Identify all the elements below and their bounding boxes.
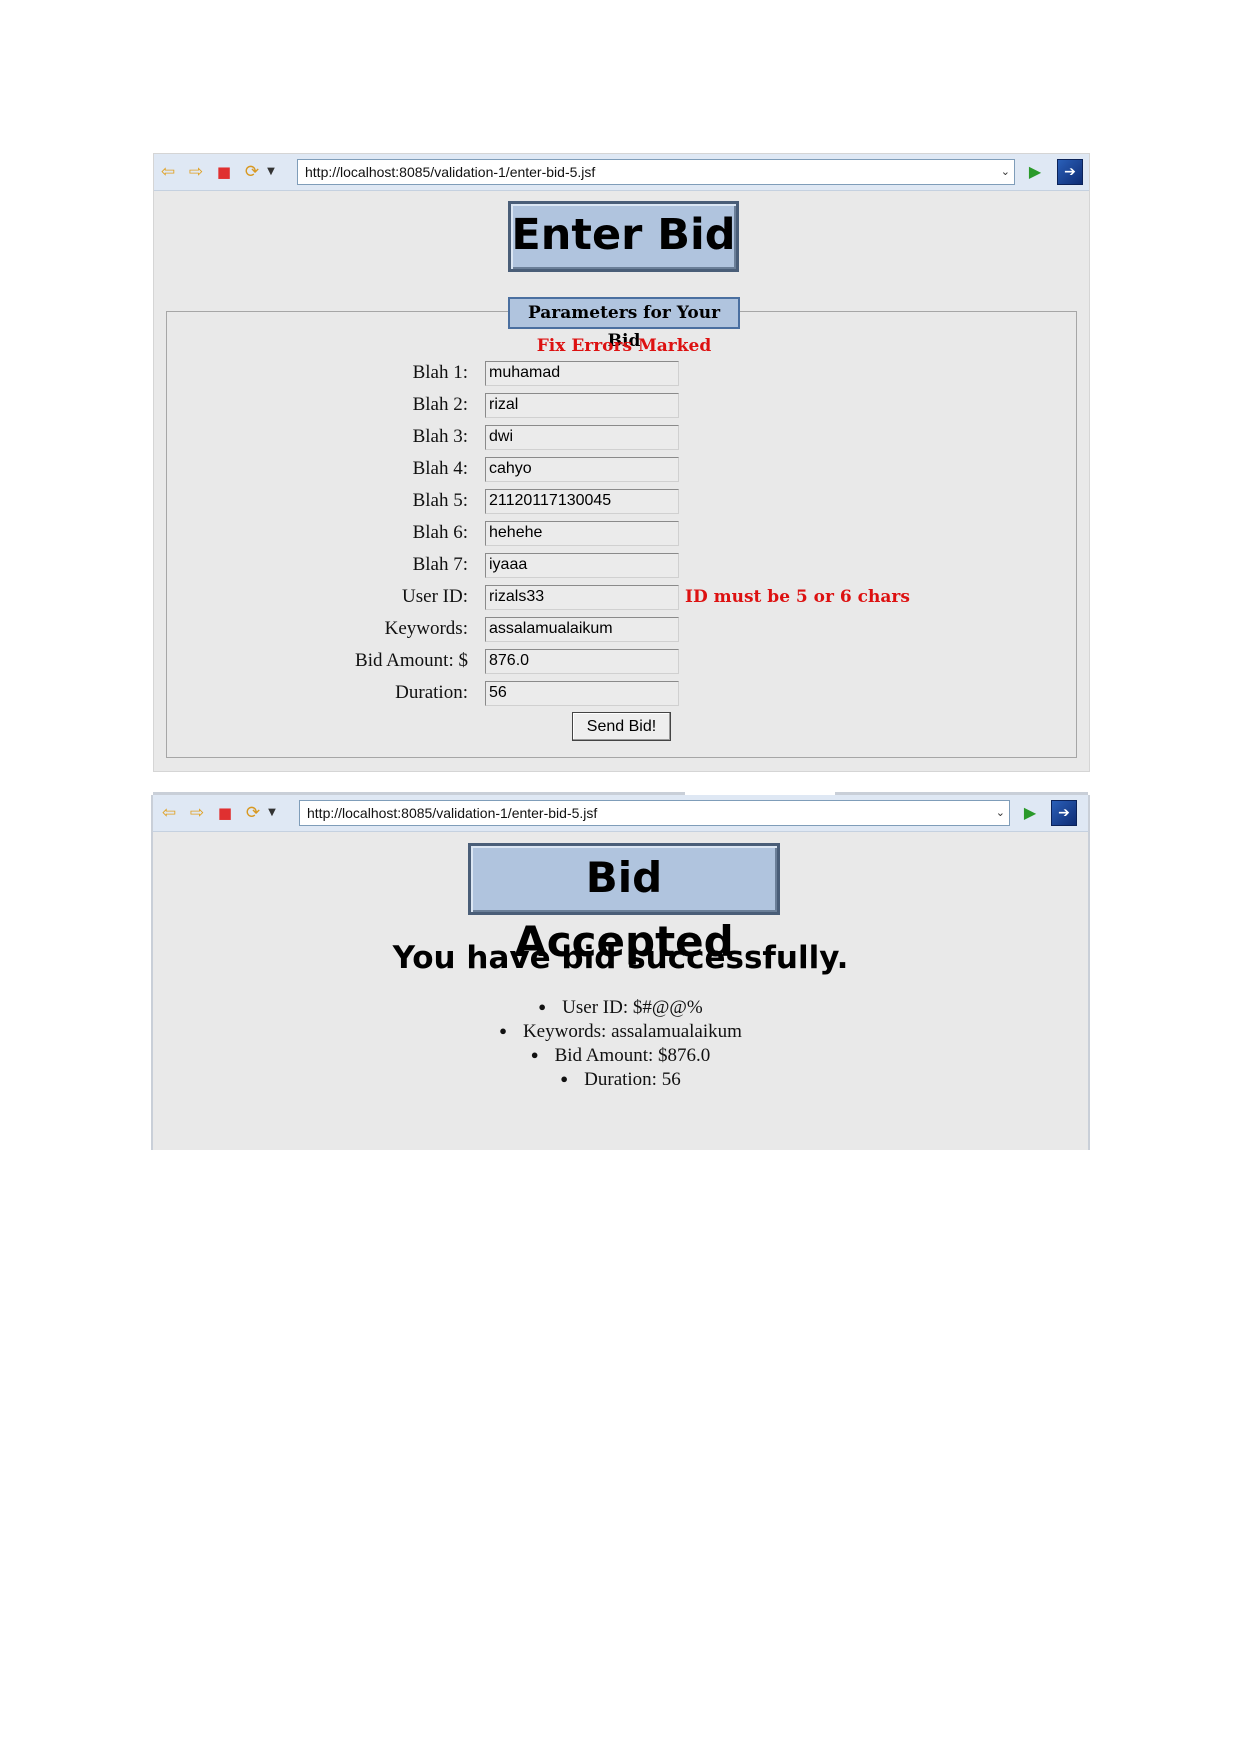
external-browser-icon[interactable]: ➔ <box>1051 800 1077 826</box>
go-icon[interactable]: ▶ <box>1024 161 1046 183</box>
list-item: ● Keywords: assalamualaikum <box>153 1019 1088 1043</box>
dropdown-icon[interactable]: ▼ <box>266 802 278 824</box>
refresh-icon[interactable]: ⟳ <box>241 161 263 183</box>
forward-arrow-icon[interactable]: ⇨ <box>186 802 208 824</box>
field-label: Blah 3: <box>412 426 468 447</box>
field-label: Blah 7: <box>412 554 468 575</box>
keywords-input[interactable]: assalamualaikum <box>485 617 679 642</box>
page-title: Bid Accepted <box>468 843 780 966</box>
field-label: Blah 1: <box>412 362 468 383</box>
field-label: Duration: <box>395 682 468 703</box>
bid-amount-input[interactable]: 876.0 <box>485 649 679 674</box>
form-row-blah6: Blah 6: hehehe <box>154 520 1091 546</box>
summary-duration: Duration: 56 <box>584 1069 681 1090</box>
url-bar[interactable]: http://localhost:8085/validation-1/enter… <box>299 800 1010 826</box>
form-row-blah2: Blah 2: rizal <box>154 392 1091 418</box>
user-id-input[interactable]: rizals33 <box>485 585 679 610</box>
blah4-input[interactable]: cahyo <box>485 457 679 482</box>
form-row-bid-amount: Bid Amount: $ 876.0 <box>154 648 1091 674</box>
back-arrow-icon[interactable]: ⇦ <box>158 802 180 824</box>
summary-keywords: Keywords: assalamualaikum <box>522 1021 742 1042</box>
field-label: Blah 4: <box>412 458 468 479</box>
dropdown-icon[interactable]: ▼ <box>265 161 277 183</box>
browser-toolbar: ⇦ ⇨ ■ ⟳ ▼ http://localhost:8085/validati… <box>154 154 1089 191</box>
blah2-input[interactable]: rizal <box>485 393 679 418</box>
field-label: Bid Amount: $ <box>355 650 468 671</box>
url-text: http://localhost:8085/validation-1/enter… <box>305 164 596 180</box>
form-row-blah5: Blah 5: 21120117130045 <box>154 488 1091 514</box>
blah3-input[interactable]: dwi <box>485 425 679 450</box>
form-row-user-id: User ID: rizals33 ID must be 5 or 6 char… <box>154 584 1091 610</box>
summary-user-id: User ID: $#@@% <box>562 997 703 1018</box>
field-label: Blah 5: <box>412 490 468 511</box>
external-browser-icon[interactable]: ➔ <box>1057 159 1083 185</box>
list-item: ● Bid Amount: $876.0 <box>153 1043 1088 1067</box>
form-row-blah7: Blah 7: iyaaa <box>154 552 1091 578</box>
browser-toolbar: ⇦ ⇨ ■ ⟳ ▼ http://localhost:8085/validati… <box>153 795 1088 832</box>
chevron-down-icon[interactable]: ⌄ <box>1001 160 1010 184</box>
list-item: ● User ID: $#@@% <box>153 995 1088 1019</box>
blah6-input[interactable]: hehehe <box>485 521 679 546</box>
blah7-input[interactable]: iyaaa <box>485 553 679 578</box>
url-bar[interactable]: http://localhost:8085/validation-1/enter… <box>297 159 1015 185</box>
blah5-input[interactable]: 21120117130045 <box>485 489 679 514</box>
field-label: Blah 6: <box>412 522 468 543</box>
field-label: Keywords: <box>384 618 468 639</box>
send-bid-button[interactable]: Send Bid! <box>572 712 671 741</box>
chevron-down-icon[interactable]: ⌄ <box>996 801 1005 825</box>
bullet-icon: ● <box>499 1023 507 1038</box>
stop-icon[interactable]: ■ <box>213 161 235 183</box>
bullet-icon: ● <box>560 1071 569 1086</box>
success-message: You have bid successfully. <box>392 940 849 976</box>
bid-summary-list: ● User ID: $#@@% ● Keywords: assalamualaik… <box>153 995 1088 1091</box>
enter-bid-screenshot: ⇦ ⇨ ■ ⟳ ▼ http://localhost:8085/validati… <box>153 153 1090 772</box>
bullet-icon: ● <box>538 999 547 1014</box>
form-row-blah4: Blah 4: cahyo <box>154 456 1091 482</box>
bid-accepted-screenshot: ⇦ ⇨ ■ ⟳ ▼ http://localhost:8085/validati… <box>151 792 1090 1150</box>
form-row-duration: Duration: 56 <box>154 680 1091 706</box>
fieldset-legend: Parameters for Your Bid <box>508 297 740 351</box>
form-row-blah3: Blah 3: dwi <box>154 424 1091 450</box>
bullet-icon: ● <box>530 1047 539 1062</box>
summary-bid-amount: Bid Amount: $876.0 <box>554 1045 711 1066</box>
user-id-error-message: ID must be 5 or 6 chars <box>685 587 910 607</box>
go-icon[interactable]: ▶ <box>1019 802 1041 824</box>
form-row-blah1: Blah 1: muhamad <box>154 360 1091 386</box>
blah1-input[interactable]: muhamad <box>485 361 679 386</box>
forward-arrow-icon[interactable]: ⇨ <box>185 161 207 183</box>
url-text: http://localhost:8085/validation-1/enter… <box>307 805 598 821</box>
page-title: Enter Bid <box>508 201 739 272</box>
stop-icon[interactable]: ■ <box>214 802 236 824</box>
duration-input[interactable]: 56 <box>485 681 679 706</box>
list-item: ● Duration: 56 <box>153 1067 1088 1091</box>
form-row-keywords: Keywords: assalamualaikum <box>154 616 1091 642</box>
field-label: User ID: <box>402 586 468 607</box>
field-label: Blah 2: <box>412 394 468 415</box>
refresh-icon[interactable]: ⟳ <box>242 802 264 824</box>
back-arrow-icon[interactable]: ⇦ <box>157 161 179 183</box>
